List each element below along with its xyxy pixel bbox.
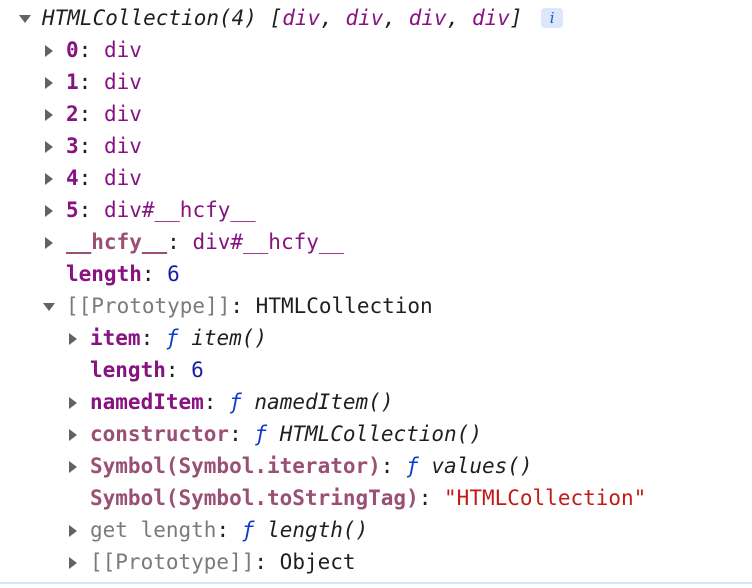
triangle-right-icon[interactable] [44,130,58,162]
preview-open: [ [269,6,283,30]
console-object-tree: HTMLCollection(4) [div, div, div, div] i… [0,0,752,588]
collection-label: HTMLCollection(4) [42,6,257,30]
info-icon[interactable]: i [541,8,564,28]
function-signature: item() [191,326,268,350]
triangle-right-icon[interactable] [68,386,82,418]
property-value: div#__hcfy__ [192,230,345,254]
property-key: Symbol(Symbol.iterator) [90,454,381,478]
preview-close: ] [509,6,523,30]
preview-item: div [282,6,321,30]
triangle-down-icon[interactable] [18,2,32,34]
property-key: get length [90,518,217,542]
property-value: "HTMLCollection" [444,486,647,510]
function-keyword: ƒ [241,518,255,542]
function-keyword: ƒ [254,422,268,446]
property-value: div [103,102,142,126]
function-keyword: ƒ [406,454,419,478]
triangle-right-icon[interactable] [68,450,82,482]
preview-item: div [345,6,384,30]
triangle-right-icon[interactable] [68,322,82,354]
function-signature: values() [431,454,533,478]
property-key: 0 [66,38,79,62]
function-signature: namedItem() [254,390,394,414]
property-key: [[Prototype]] [66,294,231,318]
triangle-right-icon[interactable] [44,98,58,130]
function-keyword: ƒ [229,390,242,414]
property-key: item [90,326,141,350]
triangle-right-icon[interactable] [68,514,82,546]
property-value: div [103,70,142,94]
property-key: __hcfy__ [66,230,168,254]
property-key: Symbol(Symbol.toStringTag) [90,486,419,510]
property-value: div [103,38,142,62]
property-key: length [90,358,166,382]
property-key: length [66,262,142,286]
triangle-right-icon[interactable] [44,226,58,258]
triangle-right-icon[interactable] [68,546,82,578]
property-key: 1 [66,70,79,94]
function-signature: length() [267,518,369,542]
property-key: 5 [66,198,79,222]
property-value: 6 [167,262,180,286]
function-keyword: ƒ [165,326,179,350]
triangle-right-icon[interactable] [44,34,58,66]
property-value: div#__hcfy__ [103,198,256,222]
property-value: 6 [191,358,204,382]
property-key: [[Prototype]] [90,550,255,574]
preview-item: div [471,6,510,30]
triangle-right-icon[interactable] [68,418,82,450]
property-key: constructor [90,422,230,446]
property-key: 3 [66,134,79,158]
property-value: div [103,134,142,158]
property-value: div [103,166,142,190]
property-key: namedItem [90,390,204,414]
function-signature: HTMLCollection() [279,422,482,446]
triangle-right-icon[interactable] [44,162,58,194]
preview-item: div [408,6,447,30]
property-key: 2 [66,102,79,126]
property-value: HTMLCollection [255,294,433,318]
triangle-right-icon[interactable] [44,66,58,98]
property-key: 4 [66,166,79,190]
console-message-divider [0,582,752,584]
triangle-right-icon[interactable] [44,194,58,226]
triangle-down-icon[interactable] [42,290,56,322]
property-value: Object [279,550,356,574]
